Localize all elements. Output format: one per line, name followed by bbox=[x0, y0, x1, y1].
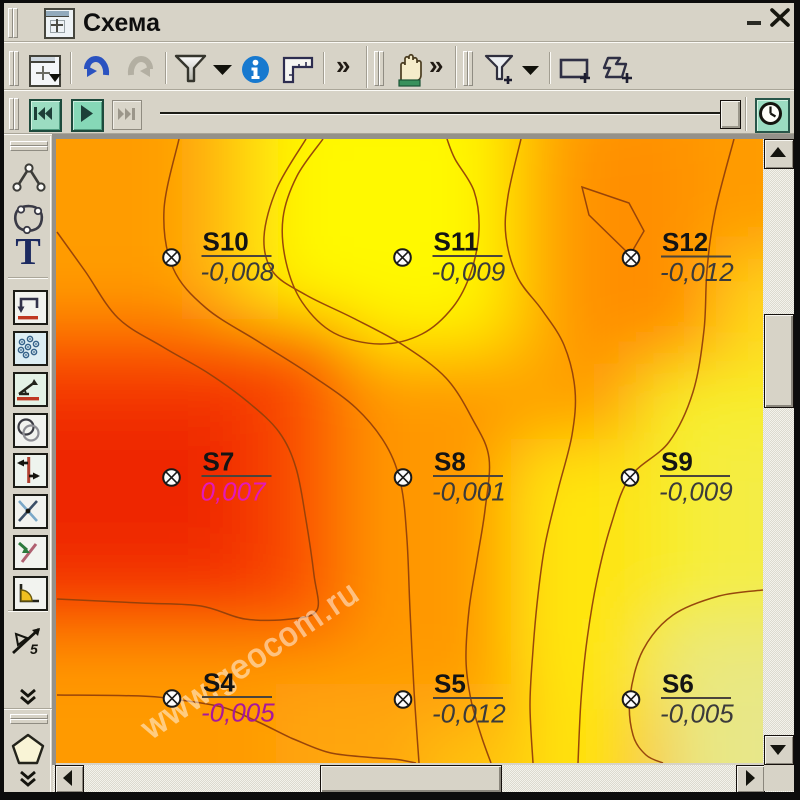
svg-text:5: 5 bbox=[30, 641, 38, 657]
svg-text:-0,005: -0,005 bbox=[660, 699, 734, 729]
svg-text:S9: S9 bbox=[661, 447, 693, 477]
svg-text:-0,009: -0,009 bbox=[659, 477, 733, 507]
svg-text:-0,008: -0,008 bbox=[201, 257, 275, 287]
svg-text:S6: S6 bbox=[662, 669, 694, 699]
svg-text:0,007: 0,007 bbox=[201, 477, 268, 507]
svg-text:S7: S7 bbox=[203, 447, 235, 477]
svg-text:S4: S4 bbox=[203, 668, 235, 698]
svg-text:-0,001: -0,001 bbox=[432, 477, 506, 507]
svg-text:-0,012: -0,012 bbox=[432, 699, 506, 729]
svg-text:-0,005: -0,005 bbox=[201, 698, 275, 728]
svg-text:-0,012: -0,012 bbox=[660, 257, 734, 287]
svg-text:S10: S10 bbox=[203, 227, 249, 257]
svg-text:S5: S5 bbox=[434, 669, 466, 699]
svg-text:-0,009: -0,009 bbox=[432, 257, 506, 287]
svg-text:S11: S11 bbox=[434, 227, 479, 257]
svg-text:S8: S8 bbox=[434, 447, 466, 477]
svg-text:S12: S12 bbox=[662, 227, 708, 257]
